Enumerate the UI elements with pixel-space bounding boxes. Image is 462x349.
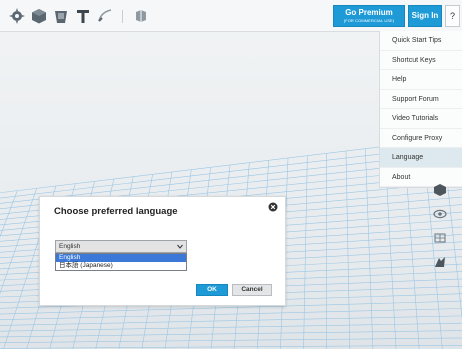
top-toolbar: Go Premium (FOR COMMERCIAL USE) Sign In …: [0, 0, 462, 32]
ok-button[interactable]: OK: [196, 284, 228, 296]
menu-item-video-tutorials[interactable]: Video Tutorials: [380, 109, 462, 129]
menu-item-about[interactable]: About: [380, 168, 462, 187]
magnet-icon[interactable]: [433, 255, 447, 269]
go-premium-button[interactable]: Go Premium (FOR COMMERCIAL USE): [333, 5, 405, 27]
premium-sublabel: (FOR COMMERCIAL USE): [343, 18, 395, 23]
sketch-tool-icon[interactable]: [96, 7, 114, 25]
scale-icon[interactable]: [433, 231, 447, 245]
menu-item-help[interactable]: Help: [380, 70, 462, 90]
language-select-value: English: [59, 243, 81, 250]
menu-item-language[interactable]: Language: [380, 148, 462, 168]
cancel-button[interactable]: Cancel: [232, 284, 272, 296]
language-dialog: Choose preferred language English Englis…: [39, 196, 286, 306]
menu-item-shortcut-keys[interactable]: Shortcut Keys: [380, 51, 462, 70]
cup-shape-icon[interactable]: [52, 7, 70, 25]
sign-in-button[interactable]: Sign In: [408, 5, 442, 27]
menu-item-support-forum[interactable]: Support Forum: [380, 90, 462, 109]
menu-item-configure-proxy[interactable]: Configure Proxy: [380, 129, 462, 148]
toolbar-separator: [122, 10, 123, 23]
help-dropdown-menu: Quick Start Tips Shortcut Keys Help Supp…: [379, 31, 462, 188]
gear-shape-icon[interactable]: [8, 7, 26, 25]
cube-view-icon[interactable]: [433, 183, 447, 197]
group-shape-icon[interactable]: [132, 7, 150, 25]
language-option-japanese[interactable]: 日本語 (Japanese): [56, 262, 186, 270]
close-icon[interactable]: [268, 202, 278, 212]
language-options-list: English 日本語 (Japanese): [55, 253, 187, 271]
language-select[interactable]: English: [55, 240, 187, 253]
help-menu-button[interactable]: ?: [445, 5, 460, 27]
premium-label: Go Premium: [345, 8, 393, 17]
eye-icon[interactable]: [433, 207, 447, 221]
solid-box-icon[interactable]: [30, 7, 48, 25]
menu-item-quick-start-tips[interactable]: Quick Start Tips: [380, 31, 462, 51]
language-option-english[interactable]: English: [56, 254, 186, 262]
dialog-title: Choose preferred language: [54, 206, 178, 217]
text-tool-icon[interactable]: [74, 7, 92, 25]
view-side-toolbar: [433, 183, 449, 279]
chevron-down-icon: [177, 244, 183, 249]
